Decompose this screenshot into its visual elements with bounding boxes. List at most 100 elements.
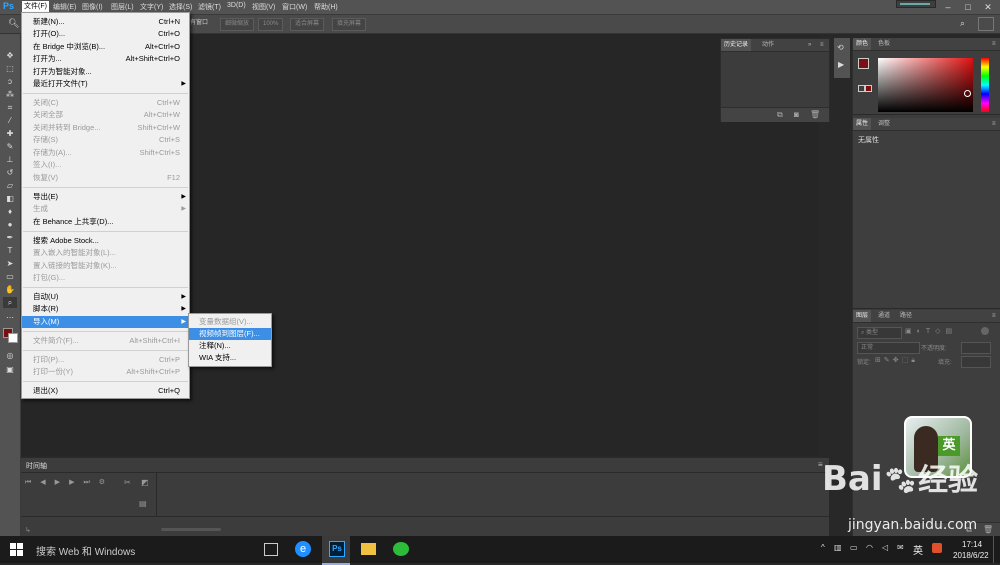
eraser-tool-icon[interactable]: ▱ [3,180,17,191]
panel-menu-icon[interactable]: ≡ [817,39,827,51]
sogou-input-icon[interactable] [932,543,942,553]
file-menu-item[interactable]: 在 Bridge 中浏览(B)... Alt+Ctrl+O [22,41,189,53]
foreground-color-swatch[interactable] [858,58,869,69]
fit-screen-button[interactable]: 适合屏幕 [290,18,325,31]
zoom-tool-icon[interactable]: 🔍︎ [8,18,19,29]
file-menu-item[interactable]: 在 Behance 上共享(D)... [22,216,189,228]
chevron-up-icon[interactable]: ^ [821,543,825,552]
brush-tool-icon[interactable]: ✎ [3,141,17,152]
file-menu-item[interactable]: 搜索 Adobe Stock... [22,235,189,247]
tab-properties[interactable]: 属性 [853,118,872,130]
color-field[interactable] [878,58,973,112]
file-explorer-icon[interactable] [361,543,376,555]
dodge-tool-icon[interactable]: ● [3,219,17,230]
move-tool-icon[interactable]: ✥ [3,50,17,61]
file-menu-item[interactable]: 打开为... Alt+Shift+Ctrl+O [22,53,189,65]
import-submenu-item[interactable]: 注释(N)... [189,340,271,352]
menu-3d[interactable]: 3D(D) [227,2,246,12]
menu-view[interactable]: 视图(V) [252,2,275,12]
minimize-icon[interactable]: – [942,1,954,13]
file-menu-item[interactable]: 导入(M) ▶ [22,316,189,328]
tab-actions[interactable]: 动作 [759,39,777,51]
tab-adjustments[interactable]: 调整 [875,118,893,130]
workspace-switcher-icon[interactable] [978,17,994,31]
panel-menu-icon[interactable]: ≡ [989,38,999,50]
taskbar-photoshop[interactable]: Ps [322,536,350,565]
ime-indicator[interactable]: 英 [913,542,923,557]
file-menu-item[interactable]: 最近打开文件(T) ▶ [22,78,189,90]
color-picker-cursor[interactable] [964,90,971,97]
snapshot-icon[interactable]: ◙ [794,110,799,119]
menu-window[interactable]: 窗口(W) [282,2,307,12]
quick-mask-icon[interactable]: ◎ [3,350,17,361]
layer-filter-select[interactable]: ⌕ 类型 [857,327,902,339]
transition-icon[interactable]: ◩ [141,478,149,487]
windows-start-icon[interactable] [10,543,23,556]
lock-icons[interactable]: ⊞✎✥⬚🔒︎ [875,356,918,365]
background-color-swatch[interactable] [8,333,18,343]
crop-tool-icon[interactable]: ⌗ [3,102,17,113]
scissors-icon[interactable]: ✂ [124,478,131,487]
file-menu-item[interactable]: 导出(E) ▶ [22,191,189,203]
collapse-icon[interactable]: » [805,39,814,51]
taskbar-search-box[interactable]: 搜索 Web 和 Windows [36,543,135,558]
eyedropper-tool-icon[interactable]: ⁄ [3,115,17,126]
clock-time[interactable]: 17:14 [962,540,982,549]
menu-select[interactable]: 选择(S) [169,2,192,12]
zoom-tool-icon[interactable]: ⌕ [3,297,17,308]
notification-icon[interactable]: ✉ [897,543,904,552]
fill-screen-button[interactable]: 填充屏幕 [332,18,367,31]
trash-icon[interactable]: 🗑︎ [983,525,993,534]
file-menu-item[interactable]: 脚本(R) ▶ [22,303,189,315]
file-menu-item[interactable]: 打开为智能对象... [22,66,189,78]
maximize-icon[interactable]: □ [962,1,974,13]
convert-timeline-icon[interactable]: ↳ [25,526,31,534]
tab-history[interactable]: 历史记录 [721,39,752,51]
task-view-icon[interactable] [264,543,278,556]
type-tool-icon[interactable]: T [3,245,17,256]
tab-swatches[interactable]: 色板 [875,38,893,50]
tab-color[interactable]: 颜色 [853,38,872,50]
tab-paths[interactable]: 路径 [897,310,915,322]
zoom-slider[interactable] [161,528,221,531]
tab-layers[interactable]: 图层 [853,310,872,322]
history-panel-icon[interactable]: ⟲ [837,43,844,52]
hue-slider[interactable] [981,58,989,112]
new-document-from-state-icon[interactable]: ⧉ [777,110,783,120]
monitor-icon[interactable]: ▭ [850,543,858,552]
import-submenu-item[interactable]: WIA 支持... [189,352,271,364]
import-submenu-item[interactable]: 视频帧到图层(F)... [189,328,271,340]
panel-menu-icon[interactable]: ≡ [989,310,999,322]
screen-mode-icon[interactable]: ▣ [3,364,17,375]
marquee-tool-icon[interactable]: ⬚ [3,63,17,74]
opacity-input[interactable] [961,342,991,354]
actions-play-icon[interactable]: ▶ [838,60,844,69]
scrubby-zoom-button[interactable]: 细微缩放 [220,18,255,31]
hand-tool-icon[interactable]: ✋ [3,284,17,295]
fill-input[interactable] [961,356,991,368]
zoom-100-button[interactable]: 100% [258,18,284,31]
close-icon[interactable]: ✕ [982,1,994,13]
rectangle-tool-icon[interactable]: ▭ [3,271,17,282]
menu-edit[interactable]: 编辑(E) [53,2,76,12]
menu-filter[interactable]: 滤镜(T) [198,2,221,12]
file-menu-item[interactable]: 打开(O)... Ctrl+O [22,28,189,40]
show-desktop-button[interactable] [993,536,994,563]
volume-icon[interactable]: ◁ [882,543,888,552]
playback-controls[interactable]: ⏮◀▶▶⏭⚙ [25,478,114,487]
ie-browser-icon[interactable]: e [295,541,311,557]
pen-tool-icon[interactable]: ✒ [3,232,17,243]
trash-icon[interactable]: 🗑︎ [810,110,820,119]
history-brush-tool-icon[interactable]: ↺ [3,167,17,178]
file-menu-item[interactable]: 自动(U) ▶ [22,291,189,303]
search-icon[interactable]: ⌕ [960,18,965,29]
tab-channels[interactable]: 通道 [875,310,893,322]
timeline-options-icon[interactable]: ▤ [139,499,147,508]
menu-type[interactable]: 文字(Y) [140,2,163,12]
blur-tool-icon[interactable]: ♦ [3,206,17,217]
layer-filter-icons[interactable]: ▣◐T◇▤ [905,327,957,335]
extra-tools-icon[interactable]: ⋯ [3,312,17,323]
clock-date[interactable]: 2018/6/22 [953,551,989,560]
path-selection-tool-icon[interactable]: ➤ [3,258,17,269]
wechat-icon[interactable] [393,542,409,556]
